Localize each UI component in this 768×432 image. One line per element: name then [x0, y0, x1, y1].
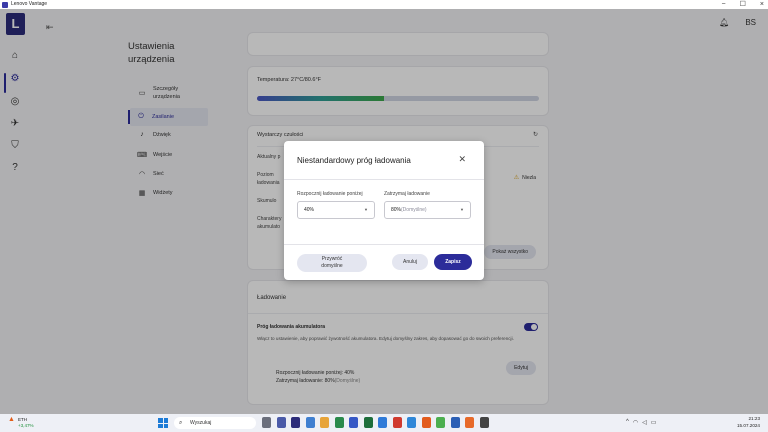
app-icon[interactable]	[378, 417, 387, 428]
taskbar: ▲ ETH +3,47% ⌕ Wyszukaj ^ ◠ ◁ ▭ 21:23 15…	[0, 414, 768, 432]
stop-charging-label: Zatrzymaj ładowanie	[384, 191, 430, 197]
restore-label-line1: Przywróć	[321, 256, 343, 262]
app-icon[interactable]	[450, 417, 460, 428]
cancel-button[interactable]: Anuluj	[392, 254, 428, 270]
chrome-icon[interactable]	[436, 417, 445, 428]
ticker-change: +3,47%	[17, 423, 34, 428]
lenovo-vantage-icon[interactable]	[291, 417, 300, 428]
divider	[284, 244, 484, 245]
app-logo-icon	[2, 1, 8, 8]
network-icon[interactable]: ◠	[633, 419, 638, 426]
ticker-icon: ▲	[8, 416, 15, 423]
app-icon[interactable]	[276, 417, 286, 428]
app-icon[interactable]	[392, 417, 402, 428]
window-title: Lenovo Vantage	[11, 1, 48, 7]
chevron-down-icon: ▼	[364, 207, 368, 212]
window-titlebar: Lenovo Vantage − ☐ ×	[0, 0, 768, 9]
battery-icon[interactable]: ▭	[651, 419, 657, 426]
clock-date: 15.07.2024	[737, 422, 760, 428]
app-icon[interactable]	[349, 417, 358, 428]
restore-defaults-button[interactable]: Przywróć domyślne	[297, 254, 367, 272]
stop-charging-default: (Domyślne)	[401, 207, 427, 213]
start-charging-select[interactable]: 40% ▼	[297, 201, 375, 219]
folder-icon[interactable]	[320, 417, 329, 428]
ticker-widget[interactable]: ▲ ETH +3,47%	[8, 416, 34, 429]
start-charging-value: 40%	[304, 207, 315, 213]
app-icon[interactable]	[479, 417, 489, 428]
search-placeholder: Wyszukaj	[190, 420, 212, 426]
app-icon[interactable]	[305, 417, 315, 428]
app-icon[interactable]	[262, 417, 271, 428]
volume-icon[interactable]: ◁	[642, 419, 647, 426]
app-icon[interactable]	[465, 417, 474, 428]
app-icon[interactable]	[363, 417, 373, 428]
close-window-button[interactable]: ×	[760, 0, 764, 9]
maximize-button[interactable]: ☐	[740, 0, 746, 9]
chevron-up-icon[interactable]: ^	[626, 419, 629, 426]
stop-charging-value: 80%	[391, 207, 402, 213]
search-icon: ⌕	[179, 420, 183, 426]
windows-start-icon[interactable]	[158, 418, 168, 428]
window-controls: − ☐ ×	[722, 0, 764, 9]
app-icon[interactable]	[421, 417, 431, 428]
app-icon[interactable]	[407, 417, 416, 428]
start-charging-label: Rozpocznij ładowanie poniżej	[297, 191, 363, 197]
charging-threshold-dialog: Niestandardowy próg ładowania ✕ Rozpoczn…	[284, 141, 484, 280]
close-icon[interactable]: ✕	[458, 154, 466, 165]
minimize-button[interactable]: −	[722, 0, 726, 9]
system-tray: ^ ◠ ◁ ▭	[626, 419, 656, 426]
app-icon[interactable]	[334, 417, 344, 428]
divider	[284, 179, 484, 180]
dialog-title: Niestandardowy próg ładowania	[297, 156, 411, 165]
taskbar-clock[interactable]: 21:23 15.07.2024	[737, 416, 760, 429]
save-button[interactable]: Zapisz	[434, 254, 472, 270]
taskbar-search[interactable]: ⌕ Wyszukaj	[174, 417, 256, 429]
taskbar-apps	[262, 417, 489, 428]
stop-charging-select[interactable]: 80%(Domyślne) ▼	[384, 201, 471, 219]
chevron-down-icon: ▼	[460, 207, 464, 212]
restore-label-line2: domyślne	[321, 263, 343, 269]
